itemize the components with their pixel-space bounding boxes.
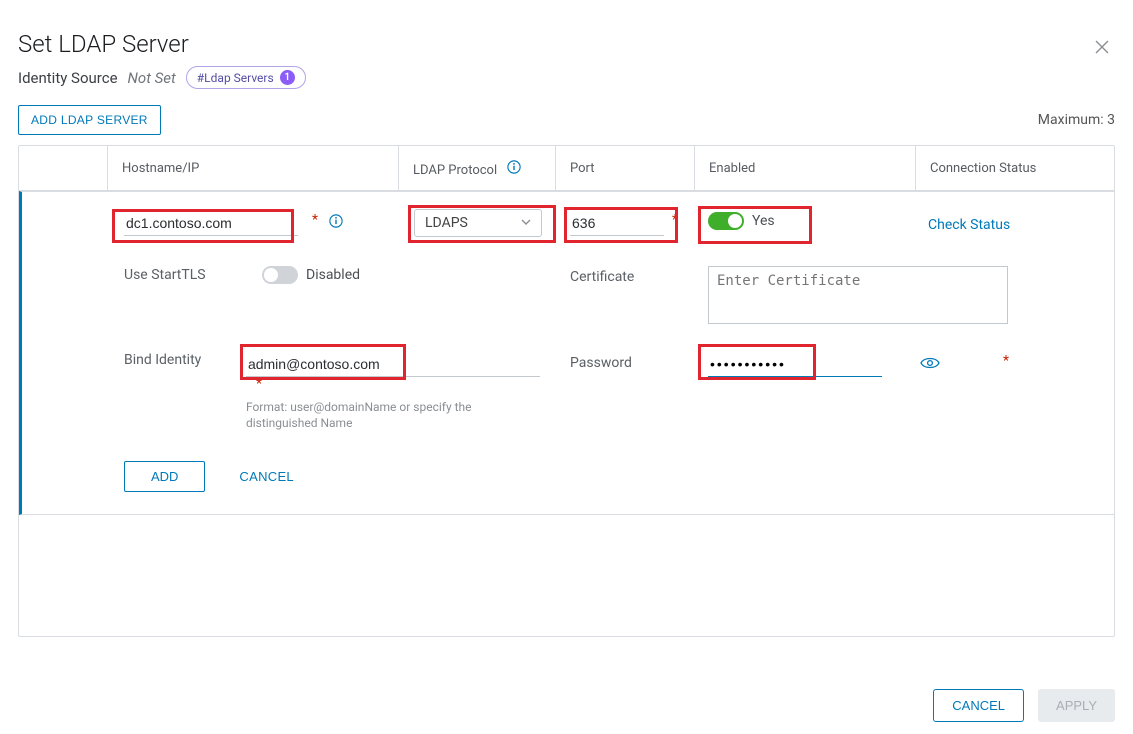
password-label: Password	[570, 355, 632, 371]
bind-identity-input[interactable]	[246, 352, 540, 377]
dialog-set-ldap-server: Set LDAP Server Identity Source Not Set …	[0, 0, 1133, 734]
dialog-title: Set LDAP Server	[18, 30, 1115, 58]
password-input[interactable]	[708, 352, 882, 377]
required-marker: *	[672, 212, 678, 228]
cancel-button[interactable]: CANCEL	[933, 689, 1024, 722]
add-ldap-server-button[interactable]: ADD LDAP SERVER	[18, 105, 161, 135]
ldap-servers-tag[interactable]: #Ldap Servers 1	[186, 66, 306, 89]
table-header: Hostname/IP LDAP Protocol Port Enabled C…	[19, 146, 1114, 191]
check-status-link[interactable]: Check Status	[928, 217, 1010, 233]
dialog-footer: CANCEL APPLY	[0, 689, 1133, 722]
ldap-server-edit-row: * LDAPS	[19, 191, 1114, 515]
certificate-label: Certificate	[570, 269, 634, 285]
certificate-textarea[interactable]	[708, 266, 1008, 324]
required-marker: *	[312, 212, 318, 228]
info-icon[interactable]	[506, 159, 522, 175]
required-marker: *	[256, 376, 262, 392]
col-port: Port	[556, 161, 694, 176]
ldap-servers-count-badge: 1	[280, 70, 295, 85]
ldap-protocol-value: LDAPS	[425, 215, 468, 231]
starttls-label: Use StartTLS	[124, 267, 262, 283]
col-connection-status: Connection Status	[916, 161, 1114, 176]
starttls-state: Disabled	[306, 267, 360, 283]
identity-source-label: Identity Source	[18, 69, 118, 87]
ldap-servers-tag-text: #Ldap Servers	[197, 71, 274, 85]
col-enabled: Enabled	[695, 161, 915, 176]
ldap-protocol-select[interactable]: LDAPS	[414, 209, 542, 237]
close-icon[interactable]	[1095, 40, 1109, 58]
eye-icon[interactable]	[920, 355, 940, 374]
port-input[interactable]	[570, 211, 664, 236]
bind-identity-label: Bind Identity	[124, 352, 246, 368]
enabled-toggle[interactable]: Yes	[708, 212, 775, 230]
col-hostname: Hostname/IP	[108, 161, 398, 176]
maximum-text: Maximum: 3	[1038, 112, 1115, 128]
add-button[interactable]: ADD	[124, 461, 205, 492]
identity-source-value: Not Set	[128, 69, 176, 87]
required-marker: *	[1003, 353, 1009, 369]
ldap-servers-table: Hostname/IP LDAP Protocol Port Enabled C…	[18, 145, 1115, 637]
col-protocol: LDAP Protocol	[399, 159, 555, 178]
chevron-down-icon	[521, 215, 531, 231]
identity-source-line: Identity Source Not Set #Ldap Servers 1	[18, 66, 1115, 89]
hostname-input[interactable]	[124, 211, 298, 236]
bind-identity-hint: Format: user@domainName or specify the d…	[246, 400, 542, 431]
starttls-toggle[interactable]: Disabled	[262, 266, 360, 284]
cancel-row-button[interactable]: CANCEL	[233, 468, 300, 485]
info-icon[interactable]	[328, 213, 344, 229]
enabled-toggle-label: Yes	[752, 213, 775, 229]
apply-button: APPLY	[1038, 689, 1115, 722]
